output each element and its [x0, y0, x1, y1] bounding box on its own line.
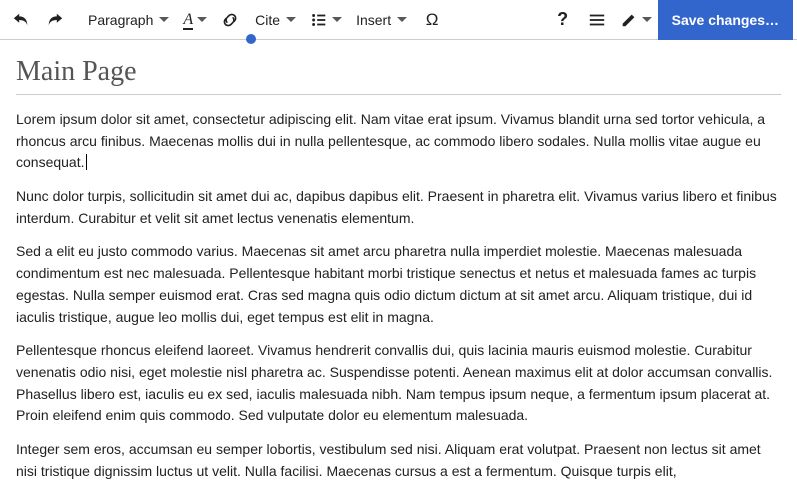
format-dropdown[interactable]: Paragraph [80, 0, 177, 40]
link-icon [221, 11, 239, 29]
undo-button[interactable] [4, 0, 38, 40]
special-char-button[interactable]: Ω [415, 0, 449, 40]
hamburger-icon [588, 11, 606, 29]
paragraph-text: Lorem ipsum dolor sit amet, consectetur … [16, 111, 765, 170]
page-title[interactable]: Main Page [16, 56, 781, 95]
editor-content[interactable]: Main Page Lorem ipsum dolor sit amet, co… [0, 40, 797, 501]
pencil-icon [620, 11, 638, 29]
redo-button[interactable] [38, 0, 72, 40]
text-color-icon: A [183, 11, 193, 29]
chevron-down-icon [286, 17, 296, 22]
undo-icon [12, 11, 30, 29]
link-button[interactable] [213, 0, 247, 40]
chevron-down-icon [159, 17, 169, 22]
save-button[interactable]: Save changes… [658, 0, 793, 40]
menu-button[interactable] [580, 0, 614, 40]
bullet-list-icon [310, 11, 328, 29]
insert-dropdown[interactable]: Insert [348, 0, 415, 40]
omega-icon: Ω [426, 10, 439, 30]
cite-dropdown[interactable]: Cite [247, 0, 304, 40]
edit-mode-button[interactable] [614, 0, 658, 40]
redo-icon [46, 11, 64, 29]
help-icon: ? [557, 9, 568, 30]
paragraph[interactable]: Integer sem eros, accumsan eu semper lob… [16, 439, 781, 482]
chevron-down-icon [332, 17, 342, 22]
format-dropdown-label: Paragraph [88, 12, 153, 28]
toolbar: Paragraph A Cite Insert Ω [0, 0, 797, 40]
cite-label: Cite [255, 12, 280, 28]
save-button-label: Save changes… [672, 12, 779, 28]
paragraph[interactable]: Lorem ipsum dolor sit amet, consectetur … [16, 109, 781, 174]
help-button[interactable]: ? [546, 0, 580, 40]
insert-label: Insert [356, 12, 391, 28]
paragraph[interactable]: Pellentesque rhoncus eleifend laoreet. V… [16, 340, 781, 427]
paragraph[interactable]: Sed a elit eu justo commodo varius. Maec… [16, 241, 781, 328]
text-style-button[interactable]: A [177, 0, 213, 40]
text-cursor [86, 154, 87, 170]
chevron-down-icon [397, 17, 407, 22]
list-button[interactable] [304, 0, 348, 40]
chevron-down-icon [642, 17, 652, 22]
paragraph[interactable]: Nunc dolor turpis, sollicitudin sit amet… [16, 186, 781, 229]
chevron-down-icon [197, 17, 207, 22]
